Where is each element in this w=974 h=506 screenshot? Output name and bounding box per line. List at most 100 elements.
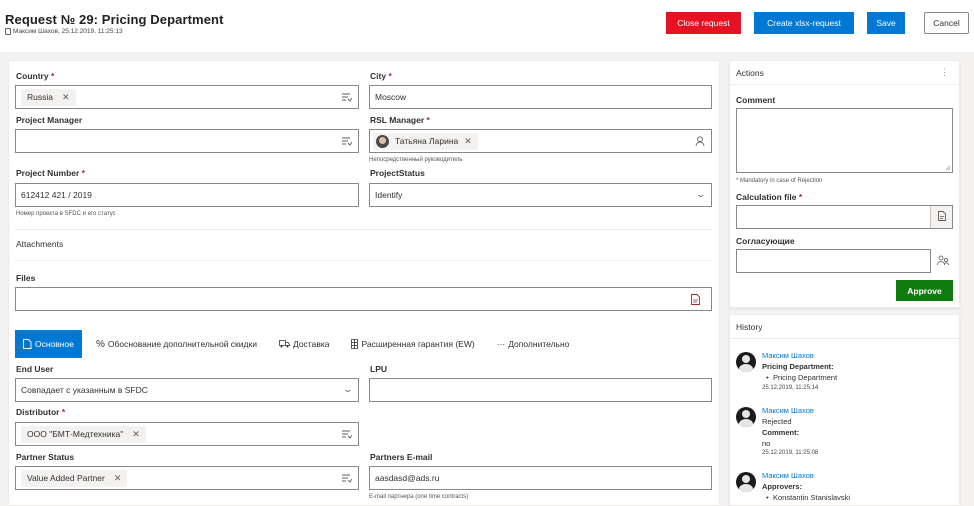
calc-file-label: Calculation file *: [736, 192, 803, 202]
tab-label: Дополнительно: [508, 339, 570, 349]
project-number-input[interactable]: 612412 421 / 2019: [15, 183, 359, 207]
lookup-list-icon[interactable]: [342, 92, 352, 102]
partners-email-value: aasdasd@ads.ru: [375, 473, 440, 483]
divider: [15, 260, 712, 261]
city-input[interactable]: Moscow: [369, 85, 712, 109]
end-user-select[interactable]: Совпадает с указанным в SFDC ⌄: [15, 378, 359, 402]
calc-file-input[interactable]: [736, 205, 953, 229]
more-icon: ···: [496, 339, 506, 349]
remove-tag-icon[interactable]: ✕: [132, 429, 140, 440]
user-avatar: [376, 134, 389, 148]
divider: [729, 84, 960, 85]
grid-icon: [351, 339, 359, 349]
history-title: History: [736, 322, 763, 332]
tab-osnovnoe[interactable]: Основное: [15, 330, 82, 358]
approvers-input[interactable]: [736, 249, 931, 273]
lpu-label: LPU: [370, 364, 387, 374]
create-xlsx-button[interactable]: Create xlsx-request: [754, 12, 854, 34]
tab-additional[interactable]: ··· Дополнительно: [489, 330, 578, 358]
resize-handle-icon[interactable]: [945, 165, 951, 171]
country-value: Russia: [27, 92, 53, 102]
chevron-down-icon: ⌄: [342, 384, 354, 394]
files-input[interactable]: [15, 287, 712, 311]
approve-button[interactable]: Approve: [896, 280, 953, 301]
lookup-list-icon[interactable]: [342, 429, 352, 439]
page-meta: Максим Шахов, 25.12.2019, 11:25:13: [5, 28, 123, 35]
country-label: Country *: [16, 71, 55, 81]
divider: [729, 338, 960, 339]
rsl-manager-hint: Непосредственный руководитель: [369, 157, 463, 163]
history-user-link[interactable]: Максим Шахов: [762, 351, 814, 360]
tab-label: Основное: [35, 339, 74, 349]
partners-email-hint: E-mail партнера (one time contracts): [369, 494, 469, 500]
tab-extended-warranty[interactable]: Расширенная гарантия (EW): [343, 330, 482, 358]
page-title: Request № 29: Pricing Department: [5, 12, 224, 27]
partners-email-input[interactable]: aasdasd@ads.ru: [369, 466, 712, 490]
history-timestamp: 25.12.2019, 11:25:08: [762, 450, 819, 456]
pdf-file-icon[interactable]: [691, 294, 700, 305]
rsl-manager-value: Татьяна Ларина: [395, 136, 459, 146]
attach-button[interactable]: [930, 206, 952, 228]
partner-status-value: Value Added Partner: [27, 473, 105, 483]
tab-label: Обоснование дополнительной скидки: [107, 339, 257, 349]
project-number-label: Project Number *: [16, 168, 85, 178]
lookup-list-icon[interactable]: [342, 136, 352, 146]
attachments-title: Attachments: [16, 239, 64, 249]
partner-status-label: Partner Status: [16, 452, 75, 462]
save-button[interactable]: Save: [867, 12, 905, 34]
tab-label: Доставка: [292, 339, 330, 349]
remove-tag-icon[interactable]: ✕: [62, 92, 70, 103]
tab-label: Расширенная гарантия (EW): [361, 339, 475, 349]
end-user-value: Совпадает с указанным в SFDC: [21, 385, 148, 395]
tab-delivery[interactable]: Доставка: [271, 330, 338, 358]
tab-discount-justification[interactable]: % Обоснование дополнительной скидки: [88, 330, 265, 358]
page-header: Request № 29: Pricing Department Максим …: [0, 0, 974, 46]
comment-hint: * Mandatory in case of Rejection: [736, 178, 823, 184]
more-options-icon[interactable]: ⋮: [940, 67, 949, 78]
project-status-select[interactable]: Identify ⌄: [369, 183, 712, 207]
chevron-down-icon: ⌄: [695, 189, 707, 199]
rsl-manager-tag: Татьяна Ларина ✕: [373, 132, 478, 150]
project-status-value: Identify: [375, 190, 403, 200]
cancel-button[interactable]: Cancel: [924, 12, 969, 34]
rsl-manager-field[interactable]: Татьяна Ларина ✕: [369, 129, 712, 153]
history-timestamp: 25.12.2019, 11:25:14: [762, 385, 819, 391]
close-request-button[interactable]: Close request: [666, 12, 741, 34]
document-icon: [23, 339, 32, 349]
history-text: Rejected: [762, 417, 792, 426]
rsl-manager-label: RSL Manager *: [370, 115, 430, 125]
distributor-label: Distributor *: [16, 407, 66, 417]
files-label: Files: [16, 273, 36, 283]
partners-email-label: Partners E-mail: [370, 452, 433, 462]
actions-title: Actions: [736, 68, 764, 78]
history-text: no: [762, 439, 771, 448]
history-bullet: • Pricing Department: [762, 373, 838, 382]
divider: [15, 229, 712, 230]
city-value: Moscow: [375, 92, 407, 102]
avatar: [736, 352, 756, 372]
history-user-link[interactable]: Максим Шахов: [762, 471, 814, 480]
country-tag: Russia ✕: [21, 88, 76, 106]
history-bullet: • Konstantin Stanislavski: [762, 493, 851, 502]
remove-tag-icon[interactable]: ✕: [114, 473, 122, 484]
person-icon[interactable]: [695, 136, 705, 146]
truck-icon: [279, 340, 290, 348]
tabs: Основное % Обоснование дополнительной ск…: [15, 330, 583, 358]
history-text: Comment:: [762, 428, 800, 437]
project-number-value: 612412 421 / 2019: [21, 190, 92, 200]
distributor-tag: ООО "БМТ-Медтехника" ✕: [21, 425, 146, 443]
history-text: Approvers:: [762, 482, 803, 491]
history-user-link[interactable]: Максим Шахов: [762, 406, 814, 415]
people-picker-icon[interactable]: [937, 255, 949, 266]
project-manager-field[interactable]: [15, 129, 359, 153]
distributor-field[interactable]: ООО "БМТ-Медтехника" ✕: [15, 422, 359, 446]
country-field[interactable]: Russia ✕: [15, 85, 359, 109]
lpu-input[interactable]: [369, 378, 712, 402]
project-number-hint: Номер проекта в SFDC и его статус: [16, 211, 116, 217]
lookup-list-icon[interactable]: [342, 473, 352, 483]
partner-status-field[interactable]: Value Added Partner ✕: [15, 466, 359, 490]
remove-tag-icon[interactable]: ✕: [464, 136, 472, 147]
distributor-value: ООО "БМТ-Медтехника": [27, 429, 124, 439]
city-label: City *: [370, 71, 392, 81]
comment-textarea[interactable]: [736, 108, 953, 173]
